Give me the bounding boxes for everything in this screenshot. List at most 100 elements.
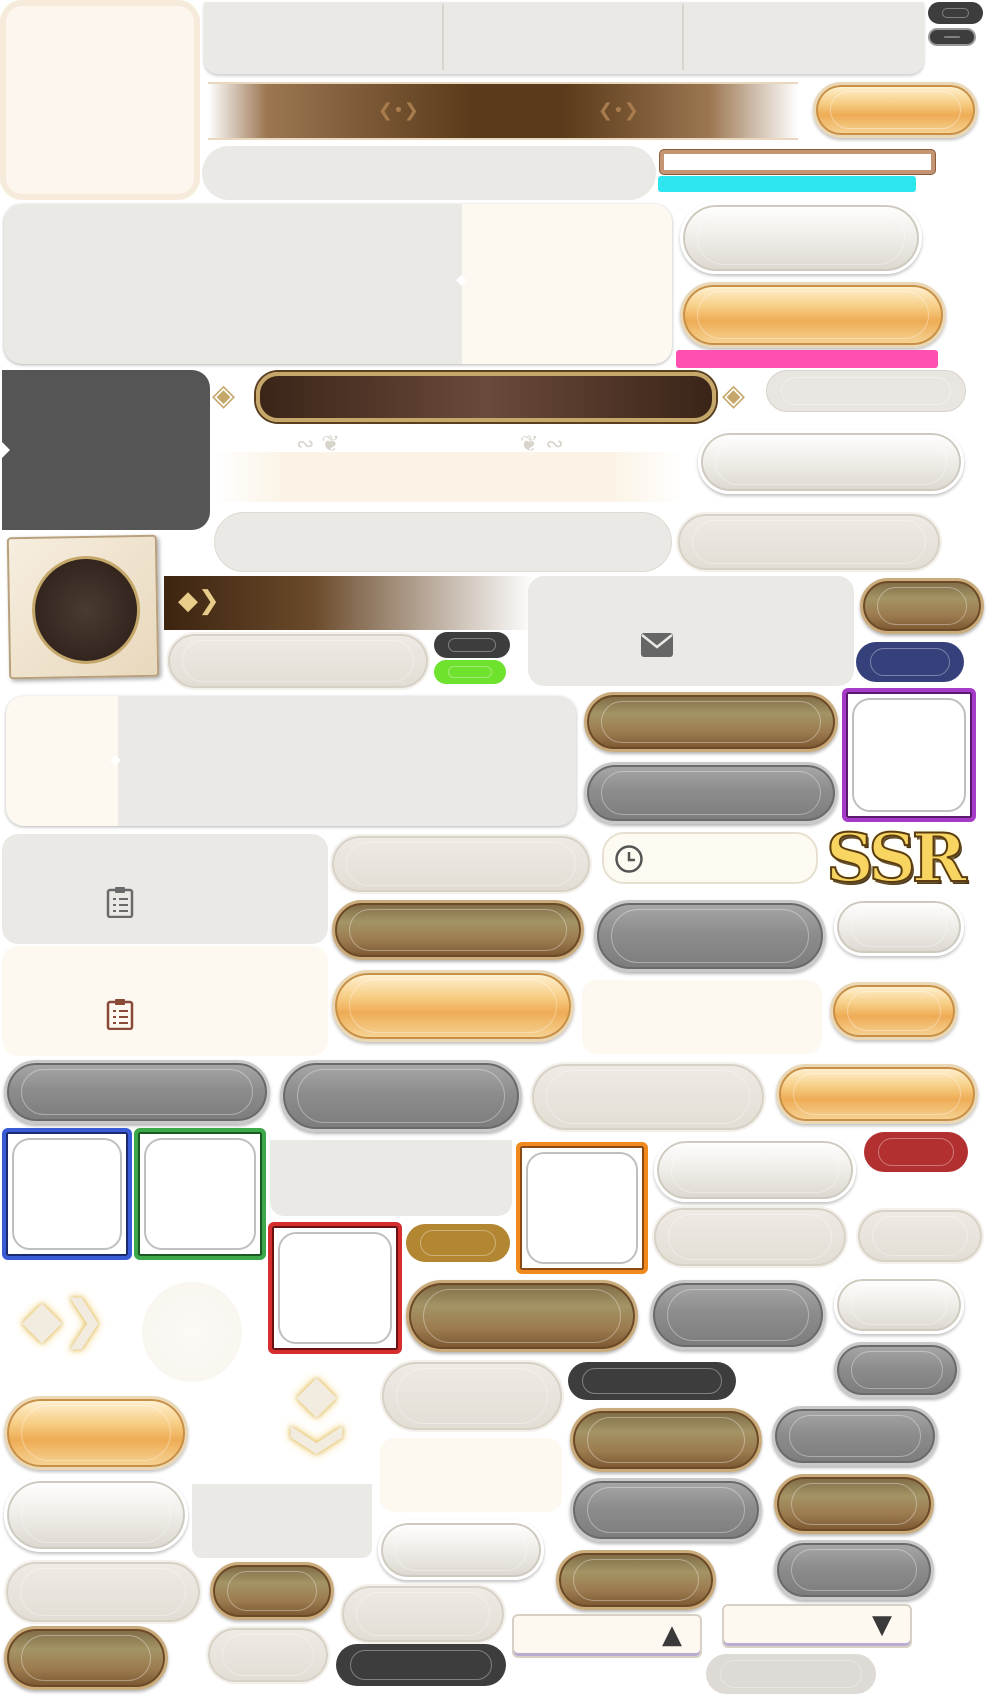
cream-clipboard-panel — [2, 946, 328, 1056]
gold-button-small[interactable] — [813, 82, 978, 138]
grey-button-4[interactable] — [280, 1060, 522, 1132]
orange-rarity-frame — [516, 1142, 648, 1274]
cream-split-panel: ◆ — [6, 696, 576, 826]
double-chevron-down-icon[interactable]: ◆❯ — [270, 1378, 350, 1462]
beige-button-5[interactable] — [652, 1206, 848, 1268]
beige-button-8[interactable] — [4, 1560, 202, 1624]
triangle-down-icon[interactable]: ▼ — [872, 1610, 892, 1640]
dark-pill[interactable] — [568, 1362, 736, 1400]
bronze-button-7[interactable] — [210, 1562, 334, 1620]
red-rarity-frame — [268, 1222, 402, 1354]
grey-search-bar[interactable] — [214, 512, 672, 572]
dark-toggle-pill-outline[interactable] — [928, 28, 976, 46]
bronze-button-6[interactable] — [774, 1474, 934, 1534]
grey-clipboard-panel — [2, 834, 328, 944]
grey-button-3[interactable] — [4, 1060, 270, 1124]
tab-bar — [204, 2, 924, 74]
faint-ornament-frame — [142, 1282, 242, 1382]
tab-divider — [682, 4, 684, 70]
silver-button-4[interactable] — [654, 1138, 856, 1202]
grey-button-wide[interactable] — [584, 762, 838, 824]
dark-pill-2[interactable] — [336, 1644, 506, 1686]
chevron-header-bar: ◆❯ — [164, 576, 534, 630]
mustard-pill[interactable] — [406, 1224, 510, 1262]
diamond-icon: ◆ — [110, 752, 121, 768]
cyan-bar — [658, 176, 916, 192]
bronze-button-3[interactable] — [332, 900, 584, 960]
avatar-circle — [31, 555, 141, 665]
beige-button[interactable] — [676, 512, 942, 572]
grey-button-7[interactable] — [772, 1406, 938, 1466]
bronze-button-8[interactable] — [556, 1550, 716, 1610]
beige-button-9[interactable] — [340, 1584, 506, 1644]
pink-bar — [676, 350, 938, 368]
grey-button-6[interactable] — [834, 1342, 960, 1398]
silver-button[interactable] — [680, 202, 922, 274]
blue-rarity-frame — [2, 1128, 132, 1260]
mail-panel — [528, 576, 854, 686]
silver-button-6[interactable] — [4, 1478, 188, 1552]
gold-button-4[interactable] — [830, 982, 958, 1040]
grey-button-9[interactable] — [774, 1540, 934, 1600]
parchment-avatar-card — [6, 534, 160, 680]
red-pill[interactable] — [864, 1132, 968, 1172]
sort-descending-field[interactable]: ▼ — [722, 1604, 912, 1648]
timer-field — [602, 832, 818, 884]
gold-button-wide[interactable] — [680, 282, 946, 348]
grey-button-8[interactable] — [570, 1478, 762, 1542]
split-panel-cream-side — [462, 204, 672, 364]
bronze-button-9[interactable] — [4, 1626, 168, 1690]
clipboard-icon — [106, 998, 134, 1030]
beige-button-7[interactable] — [380, 1360, 564, 1432]
beige-button-4[interactable] — [530, 1062, 766, 1132]
bronze-button-wide[interactable] — [584, 692, 838, 752]
green-rarity-frame — [134, 1128, 266, 1260]
grey-pill-field[interactable] — [766, 370, 966, 412]
triangle-up-icon[interactable]: ▲ — [662, 1620, 682, 1650]
ornate-dark-title-plate — [256, 372, 716, 422]
silver-button-7[interactable] — [378, 1520, 544, 1580]
grey-input-bar[interactable] — [202, 146, 656, 200]
silver-button-5[interactable] — [834, 1276, 964, 1334]
bronze-button-5[interactable] — [570, 1408, 762, 1472]
dark-toggle-off[interactable] — [434, 632, 510, 658]
sort-ascending-field[interactable]: ▲ — [512, 1614, 702, 1658]
diamond-icon: ◆ — [456, 272, 467, 288]
ornament-diamond-left-icon: ◈ — [212, 378, 236, 413]
dark-popup-panel — [2, 370, 210, 530]
split-panel-large: ◆ — [4, 204, 672, 364]
ornament-diamond-right-icon: ◈ — [722, 378, 746, 413]
gold-button-6[interactable] — [4, 1396, 188, 1470]
cream-panel-small-2 — [380, 1438, 562, 1512]
popup-pointer — [2, 442, 10, 458]
clock-icon — [614, 844, 644, 874]
double-chevron-right-icon[interactable]: ◆❯ — [22, 1290, 106, 1360]
double-chevron-icon: ◆❯ — [178, 586, 220, 616]
gold-button-3[interactable] — [332, 970, 574, 1042]
silver-button-3[interactable] — [834, 898, 964, 956]
beige-button-3[interactable] — [330, 834, 592, 894]
silver-button-2[interactable] — [698, 430, 964, 494]
light-grey-pill[interactable] — [706, 1654, 876, 1694]
gold-button-5[interactable] — [776, 1064, 978, 1124]
beige-button-10[interactable] — [206, 1626, 330, 1684]
clipboard-icon — [106, 886, 134, 918]
bronze-button-small[interactable] — [860, 578, 984, 634]
navy-pill[interactable] — [856, 642, 964, 682]
grey-button-2[interactable] — [594, 900, 826, 972]
bronze-button-4[interactable] — [406, 1280, 638, 1352]
tab-divider — [442, 4, 444, 70]
ornament-icon: ❮•❯ — [378, 100, 419, 121]
purple-rarity-frame — [842, 688, 976, 822]
brown-title-banner: ❮•❯ ❮•❯ — [208, 82, 798, 140]
cream-panel-topleft — [0, 0, 200, 200]
ornament-icon: ❮•❯ — [598, 100, 639, 121]
green-toggle-on[interactable] — [434, 660, 506, 684]
grey-button-5[interactable] — [650, 1280, 826, 1350]
mail-icon — [640, 632, 674, 658]
cream-ribbon — [214, 452, 684, 502]
beige-button-2[interactable] — [166, 632, 430, 690]
ssr-rarity-label: SSR — [825, 818, 968, 898]
beige-button-6[interactable] — [856, 1208, 984, 1264]
dark-toggle-pill[interactable] — [928, 2, 983, 24]
